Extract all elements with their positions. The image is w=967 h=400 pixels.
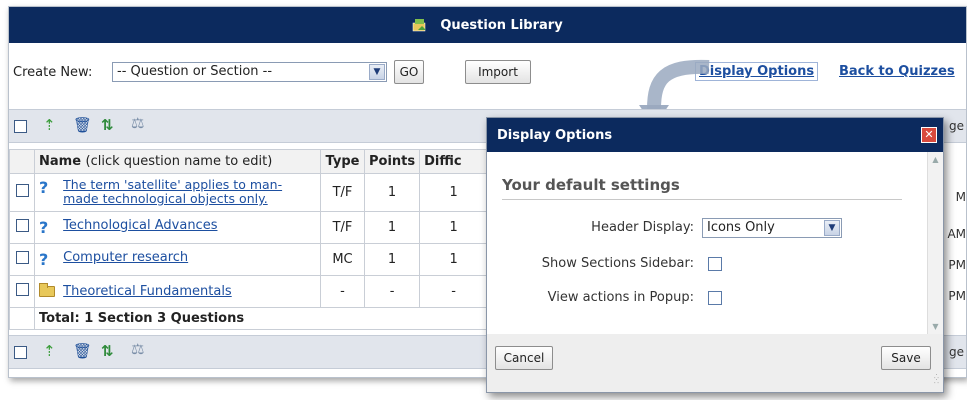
row-checkbox-cell [9,173,35,212]
header-name[interactable]: Name (click question name to edit) [34,149,321,174]
page-title: Question Library [440,17,563,33]
clipped-column-text: ge [949,119,964,133]
scales-icon[interactable]: ⚖ [131,116,144,131]
row-checkbox[interactable] [15,283,29,296]
go-button[interactable]: GO [394,60,424,84]
view-actions-label: View actions in Popup: [547,290,694,305]
create-new-select-value: -- Question or Section -- [117,64,273,79]
show-sections-label: Show Sections Sidebar: [541,256,694,271]
divider [502,199,902,200]
create-new-select[interactable]: -- Question or Section -- ▼ [112,62,387,82]
select-all-checkbox[interactable] [14,346,27,359]
import-button[interactable]: Import [465,60,531,84]
points-cell: 1 [363,173,421,212]
difficulty-cell: 1 [419,243,489,276]
header-difficulty[interactable]: Diffic [419,149,489,174]
chevron-down-icon[interactable]: ▼ [369,64,385,80]
difficulty-cell: 1 [419,211,489,244]
row-checkbox[interactable] [15,219,29,232]
question-link[interactable]: Technological Advances [63,218,217,233]
scroll-down-icon[interactable]: ▼ [929,320,942,333]
total-row: Total: 1 Section 3 Questions [9,307,489,330]
scroll-up-icon[interactable]: ▲ [929,153,942,166]
clipped-column-text: AM [947,227,966,241]
clipped-column-text: M [955,190,966,204]
resize-grip-icon[interactable]: ∴ ∴ [925,373,939,388]
create-new-label: Create New: [13,65,93,80]
delete-icon[interactable]: 🗑 [73,118,92,133]
add-icon[interactable]: ⇡ [43,344,56,359]
dialog-scrollbar[interactable]: ▲ ▼ [927,152,943,334]
header-type[interactable]: Type [320,149,365,174]
points-cell: 1 [363,211,421,244]
table-row: ? Computer research MC 1 1 [9,243,489,276]
table-row: Theoretical Fundamentals - - - [9,275,489,308]
difficulty-cell: - [419,275,489,308]
question-link[interactable]: Computer research [63,250,188,265]
type-cell: MC [320,243,365,276]
cancel-button[interactable]: Cancel [495,346,553,370]
question-icon: ? [39,250,49,269]
display-options-dialog: Display Options ✕ Your default settings … [486,117,944,393]
table-row: ? Technological Advances T/F 1 1 [9,211,489,244]
row-checkbox[interactable] [15,184,29,197]
create-row: Create New: -- Question or Section -- ▼ … [9,53,966,93]
title-bar: Question Library [9,7,966,43]
reorder-icon[interactable]: ⇅ [101,118,114,133]
section-link[interactable]: Theoretical Fundamentals [63,284,232,299]
header-name-hint: (click question name to edit) [85,154,273,169]
header-display-select[interactable]: Icons Only ▼ [702,218,842,238]
total-checkbox-cell [9,307,35,330]
clipped-column-text: PM [948,289,966,303]
row-checkbox-cell [9,211,35,244]
header-name-label: Name [39,154,82,169]
clipped-column-text: PM [948,258,966,272]
question-table: Name (click question name to edit) Type … [9,149,489,330]
header-points[interactable]: Points [363,149,421,174]
name-cell: ? Computer research [34,243,321,276]
header-checkbox-cell [9,149,35,174]
dialog-body: Your default settings Header Display: Ic… [487,152,943,334]
type-cell: - [320,275,365,308]
library-icon [412,18,428,32]
difficulty-cell: 1 [419,173,489,212]
close-icon[interactable]: ✕ [921,127,937,143]
add-icon[interactable]: ⇡ [43,118,56,133]
clipped-column-text: ge [949,345,964,359]
select-all-checkbox[interactable] [14,120,27,133]
type-cell: T/F [320,173,365,212]
total-text: Total: 1 Section 3 Questions [33,307,489,330]
row-checkbox[interactable] [15,251,29,264]
name-cell: ? The term 'satellite' applies to man-ma… [34,173,321,212]
name-cell: ? Technological Advances [34,211,321,244]
back-to-quizzes-link[interactable]: Back to Quizzes [839,64,955,79]
points-cell: 1 [363,243,421,276]
show-sections-checkbox[interactable] [708,257,722,271]
folder-icon [39,283,55,297]
table-header-row: Name (click question name to edit) Type … [9,149,489,174]
dialog-title: Display Options [497,127,613,143]
row-checkbox-cell [9,275,35,308]
row-checkbox-cell [9,243,35,276]
settings-heading: Your default settings [502,176,680,194]
type-cell: T/F [320,211,365,244]
view-actions-checkbox[interactable] [708,291,722,305]
name-cell: Theoretical Fundamentals [34,275,321,308]
scales-icon[interactable]: ⚖ [131,342,144,357]
question-link[interactable]: The term 'satellite' applies to man-made… [43,178,305,206]
delete-icon[interactable]: 🗑 [73,344,92,359]
reorder-icon[interactable]: ⇅ [101,344,114,359]
dialog-title-bar[interactable]: Display Options ✕ [487,118,943,152]
header-display-value: Icons Only [707,220,775,235]
chevron-down-icon[interactable]: ▼ [824,220,840,236]
header-display-label: Header Display: [591,220,694,235]
table-row: ? The term 'satellite' applies to man-ma… [9,173,489,212]
points-cell: - [363,275,421,308]
save-button[interactable]: Save [881,346,931,370]
question-icon: ? [39,218,49,237]
